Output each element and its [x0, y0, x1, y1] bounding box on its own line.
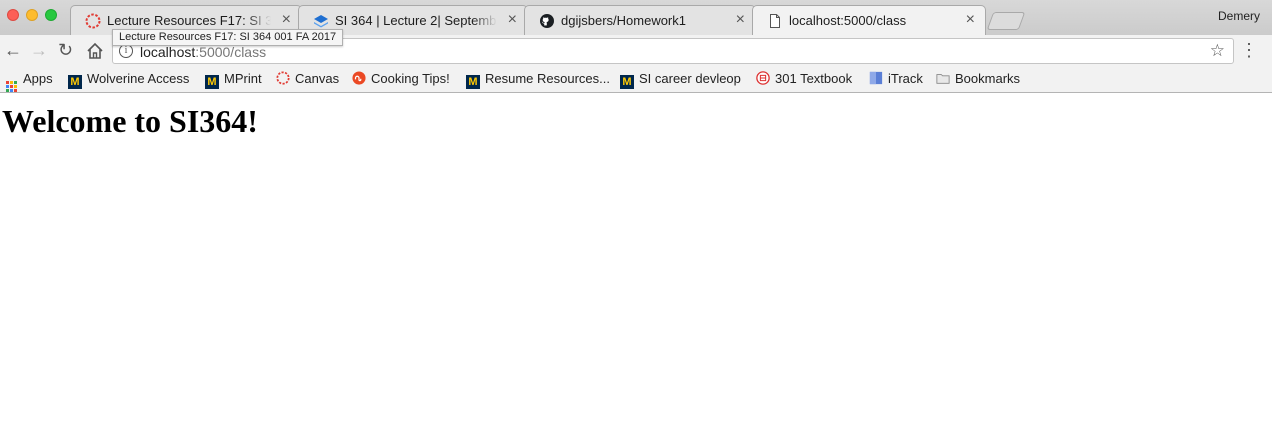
new-tab-button[interactable]: [986, 12, 1026, 30]
block-m-icon: M: [466, 75, 480, 89]
bookmark-apps[interactable]: Apps: [6, 71, 53, 92]
bookmark-label: SI career devleop: [639, 71, 741, 86]
block-m-icon: M: [205, 75, 219, 89]
url-host: localhost: [140, 44, 196, 60]
bookmark-label: MPrint: [224, 71, 262, 86]
bookmark-301-textbook[interactable]: 301 Textbook: [756, 71, 852, 89]
stack-icon: [314, 15, 328, 28]
tab-tooltip: Lecture Resources F17: SI 364 001 FA 201…: [112, 29, 344, 46]
bookmarks-bar: Apps M Wolverine Access M MPrint Canvas Co…: [0, 67, 1272, 93]
tab-localhost-class[interactable]: localhost:5000/class ×: [752, 5, 986, 35]
block-m-icon: M: [620, 75, 634, 89]
home-icon[interactable]: [86, 42, 104, 60]
bookmark-si-career[interactable]: M SI career devleop: [620, 71, 741, 89]
folder-icon: [936, 74, 950, 84]
close-window-button[interactable]: [7, 9, 19, 21]
page-content: Welcome to SI364!: [0, 93, 1272, 443]
bookmark-cooking-tips[interactable]: Cooking Tips!: [352, 71, 450, 89]
tab-title: localhost:5000/class: [789, 13, 907, 28]
close-tab-icon[interactable]: ×: [508, 11, 517, 29]
zoom-window-button[interactable]: [45, 9, 57, 21]
bookmark-label: Apps: [23, 71, 53, 86]
apps-grid-icon: [6, 81, 17, 92]
reload-icon[interactable]: ↻: [58, 40, 73, 60]
close-tab-icon[interactable]: ×: [736, 11, 745, 29]
page-heading: Welcome to SI364!: [2, 103, 258, 139]
forward-arrow-icon[interactable]: →: [30, 40, 48, 60]
bookmark-label: Bookmarks: [955, 71, 1021, 86]
tab-github-homework[interactable]: dgijsbers/Homework1 ×: [524, 5, 756, 35]
bookmark-itrack[interactable]: iTrack: [869, 71, 923, 89]
tab-title: SI 364 | Lecture 2| September: [335, 13, 497, 28]
minimize-window-button[interactable]: [26, 9, 38, 21]
tab-title: Lecture Resources F17: SI 364 001 FA 201…: [107, 13, 271, 28]
bookmark-folder[interactable]: Bookmarks: [936, 71, 1020, 89]
github-icon: [540, 14, 554, 28]
stumbleupon-icon: [352, 71, 366, 85]
tab-title: dgijsbers/Homework1: [561, 13, 686, 28]
bookmark-label: Resume Resources...: [485, 71, 610, 86]
back-arrow-icon[interactable]: ←: [4, 40, 22, 60]
close-tab-icon[interactable]: ×: [966, 11, 975, 29]
close-tab-icon[interactable]: ×: [282, 11, 291, 29]
bookmark-label: iTrack: [888, 71, 923, 86]
book-icon: [756, 71, 770, 85]
canvas-icon: [276, 71, 290, 85]
bookmark-wolverine-access[interactable]: M Wolverine Access: [68, 71, 189, 89]
page-icon: [770, 14, 780, 28]
block-m-icon: M: [68, 75, 82, 89]
bookmark-label: Canvas: [295, 71, 340, 86]
bookmark-resume-resources[interactable]: M Resume Resources...: [466, 71, 610, 89]
bookmark-label: 301 Textbook: [775, 71, 853, 86]
bookmark-mprint[interactable]: M MPrint: [205, 71, 262, 89]
url-path: :5000/class: [195, 44, 267, 60]
bookmark-label: Wolverine Access: [87, 71, 190, 86]
bookmark-canvas[interactable]: Canvas: [276, 71, 339, 89]
bookmark-label: Cooking Tips!: [371, 71, 450, 86]
url-text[interactable]: localhost:5000/class: [140, 44, 266, 60]
info-icon[interactable]: i: [119, 44, 133, 58]
itrack-icon: [869, 71, 883, 85]
profile-name[interactable]: Demery: [1218, 9, 1260, 23]
bookmark-star-icon[interactable]: ☆: [1210, 41, 1225, 61]
menu-dots-icon[interactable]: ⋮: [1240, 41, 1258, 59]
canvas-icon: [85, 13, 101, 29]
